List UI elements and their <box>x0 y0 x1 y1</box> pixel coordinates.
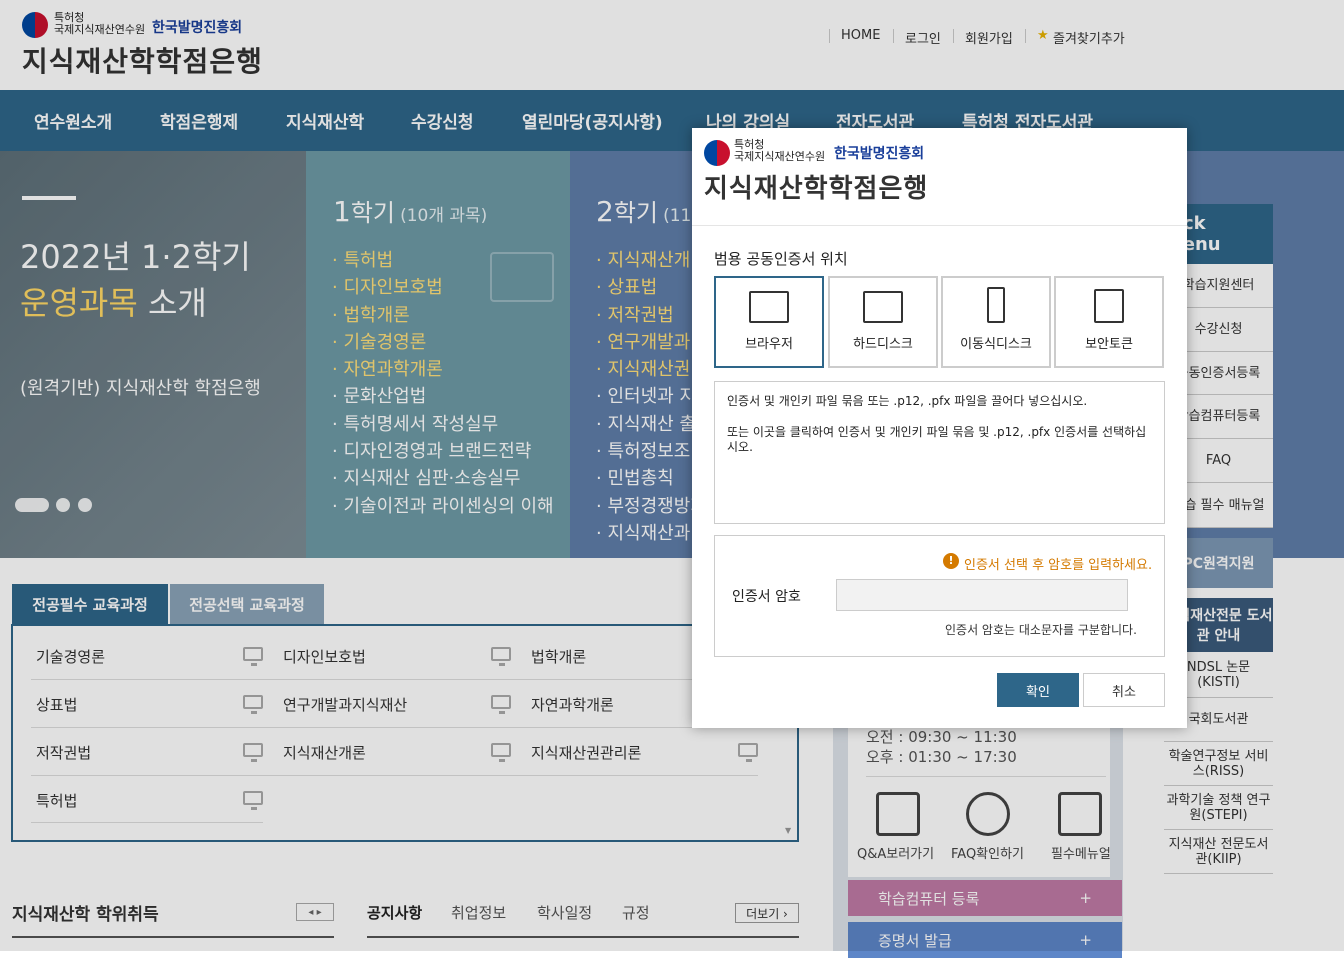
cancel-button[interactable]: 취소 <box>1083 673 1165 707</box>
dialog-org-line2: 국제지식재산연수원 <box>734 150 826 163</box>
location-browser-button[interactable]: 브라우저 <box>714 276 824 368</box>
warning-icon: ! <box>943 553 959 569</box>
cert-location-label: 범용 공동인증서 위치 <box>714 250 848 268</box>
location-harddisk-label: 하드디스크 <box>853 337 913 352</box>
dialog-title: 지식재산학학점은행 <box>704 174 929 204</box>
security-token-icon <box>1094 289 1124 323</box>
korea-emblem-icon <box>704 140 730 166</box>
dropzone-text: 또는 이곳을 클릭하여 인증서 및 개인키 파일 묶음 및 .p12, .pfx… <box>727 425 1147 454</box>
certificate-dialog: 특허청 국제지식재산연수원 한국발명진흥회 지식재산학학점은행 범용 공동인증서… <box>692 128 1187 728</box>
location-removable-label: 이동식디스크 <box>960 337 1032 352</box>
dialog-partner-logo: 한국발명진흥회 <box>834 146 925 162</box>
browser-window-icon <box>749 291 789 323</box>
certificate-password-input[interactable] <box>836 579 1128 611</box>
location-token-label: 보안토큰 <box>1085 337 1133 352</box>
password-label: 인증서 암호 <box>732 589 801 605</box>
certificate-dropzone[interactable]: 인증서 및 개인키 파일 묶음 또는 .p12, .pfx 파일을 끌어다 넣으… <box>714 381 1165 524</box>
password-warning: 인증서 선택 후 암호를 입력하세요. <box>964 558 1153 573</box>
confirm-button[interactable]: 확인 <box>997 673 1079 707</box>
harddisk-icon <box>863 291 903 323</box>
location-removable-button[interactable]: 이동식디스크 <box>941 276 1051 368</box>
usb-drive-icon <box>987 287 1005 323</box>
dropzone-text: 인증서 및 개인키 파일 묶음 또는 .p12, .pfx 파일을 끌어다 넣으… <box>727 394 1088 408</box>
case-sensitive-note: 인증서 암호는 대소문자를 구분합니다. <box>945 623 1137 637</box>
location-browser-label: 브라우저 <box>745 337 793 352</box>
location-harddisk-button[interactable]: 하드디스크 <box>828 276 938 368</box>
location-token-button[interactable]: 보안토큰 <box>1054 276 1164 368</box>
